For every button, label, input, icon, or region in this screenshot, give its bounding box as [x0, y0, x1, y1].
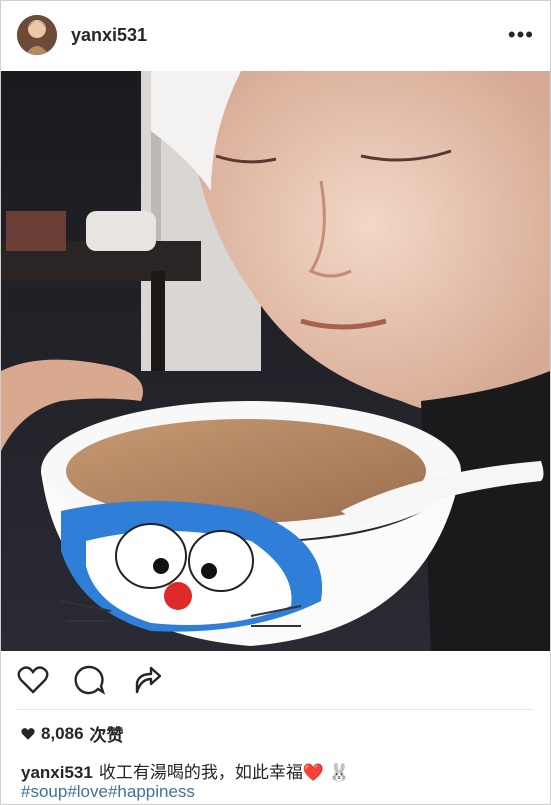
likes-number: 8,086 — [41, 723, 84, 743]
photo-image — [1, 71, 550, 651]
avatar-image — [17, 15, 57, 55]
bunny-emoji-icon: 🐰 — [328, 763, 350, 782]
speech-bubble-icon[interactable] — [72, 663, 106, 697]
action-bar — [1, 656, 550, 706]
share-arrow-icon[interactable] — [129, 663, 163, 697]
likes-count[interactable]: 8,086 次赞 — [21, 721, 124, 746]
post-header: yanxi531 ••• — [1, 1, 550, 71]
post-username[interactable]: yanxi531 — [71, 25, 147, 46]
post-caption: yanxi531 收工有湯喝的我，如此幸福❤️ 🐰 — [21, 758, 350, 783]
hashtags[interactable]: #soup#love#happiness — [21, 782, 195, 802]
heart-outline-icon[interactable] — [16, 663, 50, 697]
caption-text: 收工有湯喝的我，如此幸福 — [98, 763, 303, 782]
divider — [17, 709, 534, 710]
user-avatar[interactable] — [17, 15, 57, 55]
more-dots-icon[interactable]: ••• — [508, 22, 534, 48]
heart-emoji-icon: ❤️ — [302, 763, 325, 782]
post-card: yanxi531 ••• 8,086 次赞 yanxi531 收工有湯喝的我，如… — [0, 0, 551, 805]
filled-heart-icon — [21, 727, 35, 740]
likes-suffix: 次赞 — [89, 726, 124, 745]
post-photo — [1, 71, 550, 651]
caption-username[interactable]: yanxi531 — [21, 763, 93, 782]
